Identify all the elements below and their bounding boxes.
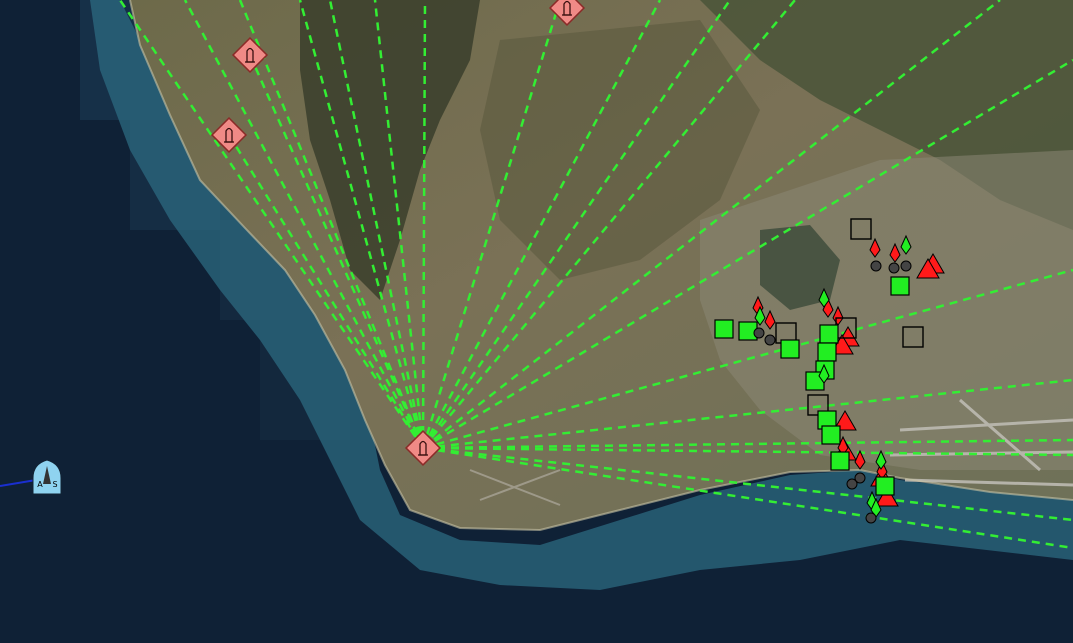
neutral-unit-circle[interactable] xyxy=(753,327,765,339)
neutral-unit-circle[interactable] xyxy=(764,334,776,346)
neutral-unit-circle[interactable] xyxy=(865,512,877,524)
friendly-unit-square[interactable] xyxy=(817,342,837,362)
neutral-unit-circle[interactable] xyxy=(854,472,866,484)
neutral-unit-circle[interactable] xyxy=(900,260,912,272)
tactical-map[interactable]: A S xyxy=(0,0,1073,643)
friendly-unit-square[interactable] xyxy=(819,324,839,344)
friendly-unit-square[interactable] xyxy=(780,339,800,359)
neutral-unit-circle[interactable] xyxy=(870,260,882,272)
friendly-unit-square[interactable] xyxy=(890,276,910,296)
friendly-unit-square[interactable] xyxy=(830,451,850,471)
friendly-unit-square[interactable] xyxy=(875,476,895,496)
neutral-unit-circle[interactable] xyxy=(888,262,900,274)
missile-label-right: S xyxy=(52,480,57,489)
friendly-unit-square[interactable] xyxy=(821,425,841,445)
missile-label-left: A xyxy=(37,480,43,489)
friendly-unit-square[interactable] xyxy=(714,319,734,339)
missile-track-icon[interactable]: A S xyxy=(32,459,62,495)
